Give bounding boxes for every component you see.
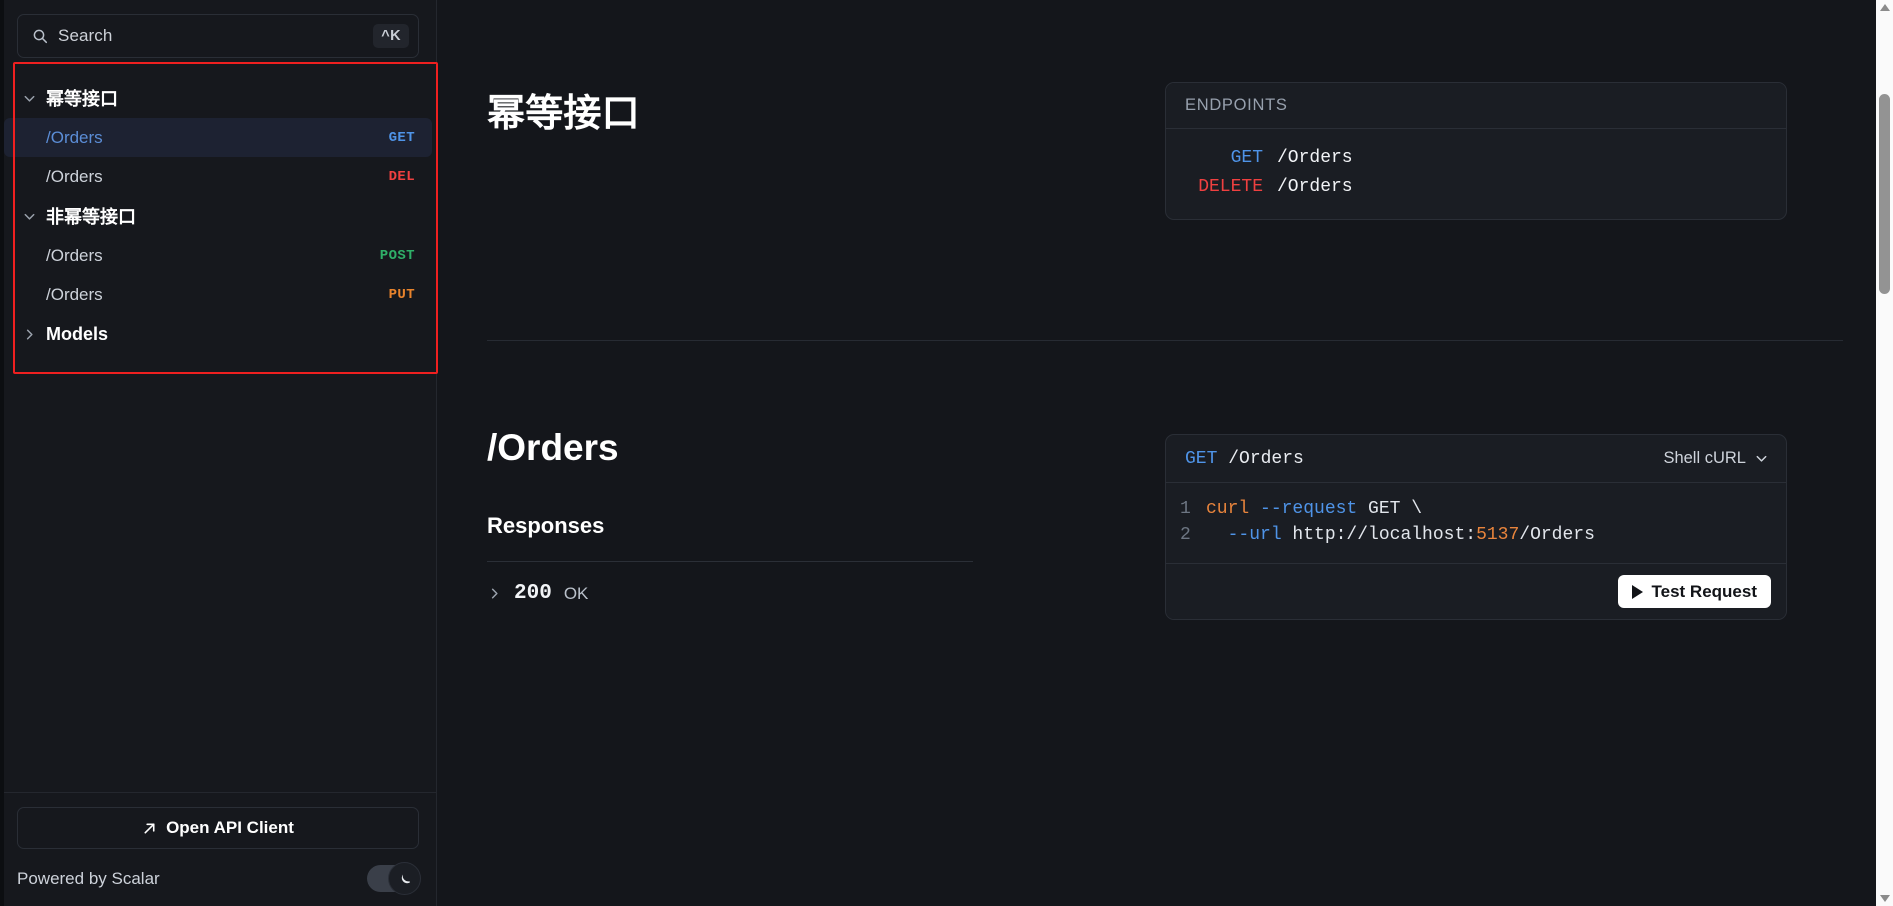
sidebar-item-path: /Orders xyxy=(46,284,103,304)
test-request-label: Test Request xyxy=(1651,581,1758,601)
code-sample-header: GET /Orders Shell cURL xyxy=(1166,435,1786,483)
sidebar-item-path: /Orders xyxy=(46,127,103,147)
endpoints-card-title: ENDPOINTS xyxy=(1185,96,1288,114)
code-line: 1 curl --request GET \ xyxy=(1166,496,1786,522)
sidebar-item-delete-orders[interactable]: /Orders DEL xyxy=(4,157,432,196)
response-status-code: 200 xyxy=(514,582,552,605)
endpoint-row-delete[interactable]: DELETE /Orders xyxy=(1185,173,1767,202)
response-status-text: OK xyxy=(563,583,589,603)
endpoint-method: DELETE xyxy=(1198,177,1263,197)
code-token-flag: --request xyxy=(1249,499,1358,519)
sidebar-item-path: /Orders xyxy=(46,245,103,265)
sidebar-nav: 幂等接口 /Orders GET /Orders DEL 非幂等接口 /Orde… xyxy=(0,68,436,354)
search-placeholder: Search xyxy=(58,26,113,45)
endpoints-card-header: ENDPOINTS xyxy=(1166,83,1786,129)
code-sample-endpoint: GET /Orders xyxy=(1185,449,1304,469)
operation-left-column: /Orders Responses 200 OK xyxy=(437,427,1097,620)
test-request-button[interactable]: Test Request xyxy=(1617,575,1771,608)
powered-by-row: Powered by Scalar xyxy=(17,862,421,895)
code-sample-path: /Orders xyxy=(1228,448,1304,469)
chevron-down-icon xyxy=(1754,451,1769,466)
chevron-right-icon xyxy=(487,586,502,601)
sidebar-group-non-idempotent[interactable]: 非幂等接口 xyxy=(0,196,436,236)
code-line: 2 --url http://localhost: 5137 /Orders xyxy=(1166,522,1786,548)
code-token-indent xyxy=(1206,522,1228,548)
search-container: Search ^K xyxy=(0,0,436,68)
sidebar-item-put-orders[interactable]: /Orders PUT xyxy=(4,275,432,314)
search-shortcut-badge: ^K xyxy=(373,24,409,48)
section-left-column: 幂等接口 xyxy=(437,82,1097,340)
section-operation: /Orders Responses 200 OK GET /Orders She… xyxy=(437,341,1893,620)
moon-icon xyxy=(397,871,413,887)
code-token-value: GET \ xyxy=(1357,499,1423,519)
theme-toggle-knob xyxy=(388,862,421,895)
code-token-port: 5137 xyxy=(1476,525,1520,545)
scalar-api-reference-app: Search ^K 幂等接口 /Orders GET /Orders DEL 非… xyxy=(0,0,1893,906)
responses-heading: Responses xyxy=(487,513,605,538)
sidebar-group-label: 幂等接口 xyxy=(46,89,118,109)
code-token-command: curl xyxy=(1206,499,1250,519)
play-icon xyxy=(1631,584,1643,599)
chevron-right-icon xyxy=(22,327,37,342)
sidebar-item-get-orders[interactable]: /Orders GET xyxy=(4,118,432,157)
main-content: 幂等接口 ENDPOINTS GET /Orders DELETE /Order… xyxy=(437,0,1893,906)
response-row-200[interactable]: 200 OK xyxy=(487,582,1097,605)
search-input[interactable]: Search ^K xyxy=(17,14,419,58)
responses-rule xyxy=(487,561,973,562)
open-api-client-button[interactable]: Open API Client xyxy=(17,807,419,849)
open-api-client-label: Open API Client xyxy=(166,818,294,837)
sidebar-item-method-badge: POST xyxy=(379,247,415,264)
scrollbar-thumb[interactable] xyxy=(1879,94,1890,294)
window-left-edge xyxy=(0,0,4,906)
operation-right-column: GET /Orders Shell cURL 1 curl --request … xyxy=(1097,427,1837,620)
code-sample-card: GET /Orders Shell cURL 1 curl --request … xyxy=(1165,434,1787,620)
sidebar-group-label: Models xyxy=(46,323,109,344)
endpoints-card: ENDPOINTS GET /Orders DELETE /Orders xyxy=(1165,82,1787,220)
sidebar-group-label: 非幂等接口 xyxy=(46,207,136,227)
code-token-url: http://localhost: xyxy=(1281,525,1477,545)
sidebar-item-method-badge: DEL xyxy=(388,168,415,185)
sidebar: Search ^K 幂等接口 /Orders GET /Orders DEL 非… xyxy=(0,0,438,906)
sidebar-group-idempotent[interactable]: 幂等接口 xyxy=(0,78,436,118)
code-sample-footer: Test Request xyxy=(1166,563,1786,619)
sidebar-group-models[interactable]: Models xyxy=(0,314,436,354)
chevron-down-icon xyxy=(22,209,37,224)
scroll-up-arrow-icon[interactable] xyxy=(1880,4,1890,11)
arrow-up-right-icon xyxy=(142,821,157,836)
sidebar-item-method-badge: GET xyxy=(388,129,415,146)
code-token-flag: --url xyxy=(1227,525,1282,545)
sidebar-item-post-orders[interactable]: /Orders POST xyxy=(4,236,432,275)
theme-toggle[interactable] xyxy=(367,862,421,895)
language-selector-label: Shell cURL xyxy=(1663,449,1746,467)
section-right-column: ENDPOINTS GET /Orders DELETE /Orders xyxy=(1097,82,1837,340)
endpoint-method: GET xyxy=(1230,148,1263,168)
operation-title: /Orders xyxy=(487,427,619,468)
language-selector[interactable]: Shell cURL xyxy=(1663,449,1769,468)
vertical-scrollbar[interactable] xyxy=(1876,0,1893,906)
chevron-down-icon xyxy=(22,91,37,106)
endpoint-path: /Orders xyxy=(1277,148,1353,168)
scroll-down-arrow-icon[interactable] xyxy=(1880,895,1890,902)
endpoint-row-get[interactable]: GET /Orders xyxy=(1185,144,1767,173)
code-sample-body[interactable]: 1 curl --request GET \ 2 --url http://lo… xyxy=(1166,483,1786,563)
sidebar-footer: Open API Client Powered by Scalar xyxy=(0,792,436,906)
code-line-number: 2 xyxy=(1180,525,1191,545)
powered-by-label: Powered by Scalar xyxy=(17,868,160,888)
page-title: 幂等接口 xyxy=(487,93,640,135)
code-line-number: 1 xyxy=(1180,499,1191,519)
sidebar-item-path: /Orders xyxy=(46,166,103,186)
endpoint-path: /Orders xyxy=(1277,177,1353,197)
search-icon xyxy=(32,28,48,44)
code-sample-method: GET xyxy=(1185,448,1218,469)
sidebar-item-method-badge: PUT xyxy=(388,286,415,303)
section-idempotent: 幂等接口 ENDPOINTS GET /Orders DELETE /Order… xyxy=(437,0,1893,340)
code-token-url-tail: /Orders xyxy=(1519,525,1595,545)
endpoints-card-body: GET /Orders DELETE /Orders xyxy=(1166,129,1786,219)
